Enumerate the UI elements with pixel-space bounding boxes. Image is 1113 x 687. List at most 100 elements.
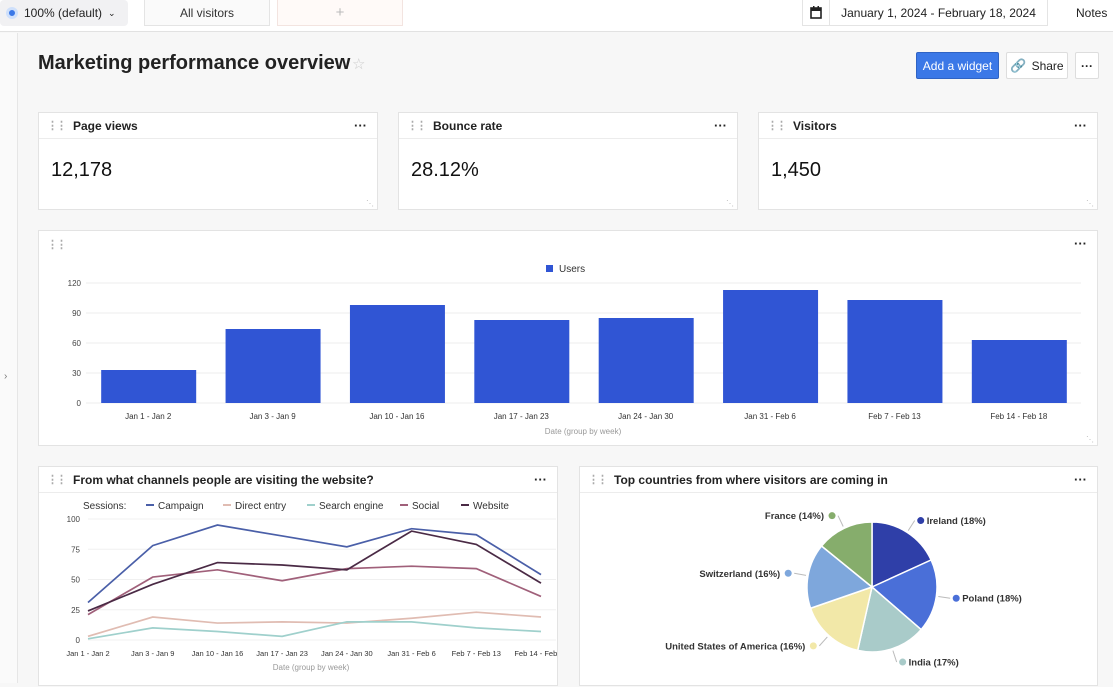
more-options-button[interactable]: ··· [1075,52,1099,79]
card-menu-button[interactable]: ··· [714,118,727,133]
resize-handle-icon[interactable]: ⋱ [726,199,734,208]
drag-handle-icon[interactable]: ⋮⋮ [407,119,427,132]
y-tick-label: 120 [68,279,82,288]
x-tick-label: Feb 7 - Feb 13 [452,649,501,658]
legend-dot [809,642,817,650]
kpi-value: 28.12% [411,159,479,181]
bar [225,329,321,403]
legend-dot [952,594,960,602]
leader-line [794,572,807,576]
bar [971,340,1067,403]
y-tick-label: 100 [67,515,81,524]
card-menu-button[interactable]: ··· [1074,118,1087,133]
series-line [87,621,542,640]
bar [101,370,197,403]
x-axis-title: Date (group by week) [545,427,622,436]
x-tick-label: Jan 3 - Jan 9 [249,412,296,421]
drag-handle-icon[interactable]: ⋮⋮ [767,119,787,132]
leader-line [818,636,828,647]
zoom-select[interactable]: 100% (default) ⌄ [0,0,128,26]
legend-dot [784,569,792,577]
x-tick-label: Jan 10 - Jan 16 [192,649,244,658]
kpi-value: 1,450 [771,159,822,181]
zoom-label: 100% (default) [24,6,103,20]
date-range-picker[interactable]: January 1, 2024 - February 18, 2024 [830,0,1048,26]
resize-handle-icon[interactable]: ⋱ [1086,199,1094,208]
series-line [87,611,542,638]
slice-label: United States of America (16%) [665,641,805,652]
notes-button[interactable]: Notes [1076,0,1107,26]
x-tick-label: Jan 31 - Feb 6 [744,412,796,421]
legend-dot [828,512,836,520]
leader-line [938,596,951,599]
resize-handle-icon[interactable]: ⋱ [1086,435,1094,444]
kpi-card-bounce-rate: ⋮⋮ Bounce rate ··· 28.12% ⋱ [398,112,738,210]
y-tick-label: 30 [72,369,81,378]
add-widget-button[interactable]: Add a widget [916,52,999,79]
slice-label: Switzerland (16%) [699,569,780,580]
leader-line [892,650,898,663]
y-tick-label: 90 [72,309,81,318]
legend-label: Direct entry [235,501,286,512]
segment-icon [6,7,18,19]
pie-chart: Ireland (18%) Poland (18%) India (17%) Unit… [665,511,1022,669]
drag-handle-icon[interactable]: ⋮⋮ [47,119,67,132]
x-tick-label: Jan 3 - Jan 9 [131,649,174,658]
star-icon[interactable]: ☆ [352,55,365,73]
x-axis-title: Date (group by week) [273,663,350,672]
channels-line-chart-card: ⋮⋮ From what channels people are visiting… [38,466,559,686]
kpi-label: Visitors [793,118,837,133]
tab-all-visitors[interactable]: All visitors [144,0,270,26]
page-title: Marketing performance overview [38,52,351,74]
x-tick-label: Jan 1 - Jan 2 [66,649,109,658]
legend-dot [917,517,925,525]
y-tick-label: 50 [71,576,80,585]
card-menu-button[interactable]: ··· [354,118,367,133]
y-tick-label: 75 [71,545,80,554]
series-line [87,530,542,612]
leader-line [907,520,916,531]
x-tick-label: Jan 1 - Jan 2 [125,412,172,421]
series-line [87,565,542,616]
line-chart: 0 25 50 75 100Sessions: Campaign Direct entry S… [66,501,559,672]
kpi-card-page-views: ⋮⋮ Page views ··· 12,178 ⋱ [38,112,378,210]
x-tick-label: Jan 10 - Jan 16 [369,412,425,421]
x-tick-label: Feb 14 - Feb 18 [514,649,559,658]
sidebar: › [0,33,18,683]
leader-line [837,515,844,527]
x-tick-label: Jan 31 - Feb 6 [387,649,435,658]
x-tick-label: Jan 17 - Jan 23 [256,649,308,658]
x-tick-label: Feb 7 - Feb 13 [868,412,921,421]
calendar-icon[interactable] [802,0,830,26]
share-label: Share [1031,58,1064,73]
x-tick-label: Jan 24 - Jan 30 [618,412,674,421]
resize-handle-icon[interactable]: ⋱ [366,199,374,208]
bar [349,305,445,403]
legend-label: Users [559,264,585,275]
y-tick-label: 25 [71,606,80,615]
legend-label: Social [412,501,439,512]
x-tick-label: Jan 24 - Jan 30 [321,649,373,658]
add-tab-button[interactable]: + [277,0,403,26]
slice-label: Ireland (18%) [927,516,986,527]
kpi-card-visitors: ⋮⋮ Visitors ··· 1,450 ⋱ [758,112,1098,210]
kpi-value: 12,178 [51,159,113,181]
legend-swatch [546,265,553,272]
chevron-right-icon[interactable]: › [4,371,7,382]
bar [723,290,819,403]
kpi-label: Bounce rate [433,118,503,133]
slice-label: India (17%) [909,658,959,669]
y-tick-label: 60 [72,339,81,348]
slice-label: France (14%) [765,511,824,522]
legend-title: Sessions: [83,501,126,512]
bar [598,318,694,403]
legend-label: Website [473,501,509,512]
countries-pie-chart-card: ⋮⋮ Top countries from where visitors are … [579,466,1098,686]
series-line [87,524,542,604]
legend-label: Campaign [158,501,204,512]
bar [474,320,570,403]
link-icon: 🔗 [1010,57,1027,73]
legend-dot [899,658,907,666]
share-button[interactable]: 🔗 Share [1006,52,1068,79]
users-bar-chart-card: ⋮⋮ ··· 0 30 60 90 120 Users Jan 1 - Jan 2 Jan 3 … [38,230,1098,446]
